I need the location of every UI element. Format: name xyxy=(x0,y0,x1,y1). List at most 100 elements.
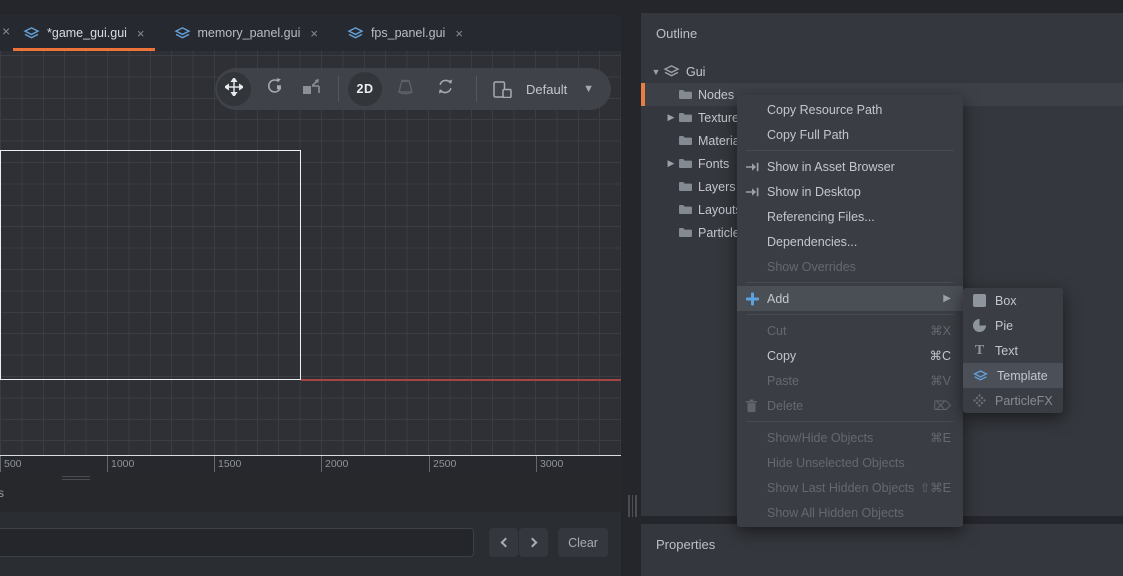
menu-item-copy[interactable]: Copy ⌘C xyxy=(737,343,963,368)
tab-game-gui[interactable]: *game_gui.gui × xyxy=(13,15,155,51)
device-icon xyxy=(493,81,512,98)
panel-divider[interactable] xyxy=(621,0,641,576)
menu-item-show-in-desktop[interactable]: Show in Desktop xyxy=(737,179,963,204)
folder-icon xyxy=(678,158,692,169)
reset-camera-button[interactable] xyxy=(436,77,455,101)
bottom-panel: s Clear xyxy=(0,472,621,576)
tab-fps-panel[interactable]: fps_panel.gui × xyxy=(337,15,473,51)
submenu-item-text[interactable]: T Text xyxy=(963,338,1063,363)
folder-icon xyxy=(678,135,692,146)
delete-key-icon: ⌦ xyxy=(933,398,951,413)
caret-down-icon[interactable]: ▼ xyxy=(649,67,663,77)
chevron-right-icon xyxy=(527,538,537,548)
gui-file-icon xyxy=(23,27,40,40)
menu-item-show-hide-objects: Show/Hide Objects ⌘E xyxy=(737,425,963,450)
menu-item-copy-resource-path[interactable]: Copy Resource Path xyxy=(737,97,963,122)
2d-mode-label: 2D xyxy=(357,82,374,96)
shortcut-label: ⌘E xyxy=(930,430,951,445)
2d-mode-button[interactable]: 2D xyxy=(348,72,382,106)
clear-button-label: Clear xyxy=(568,536,598,550)
folder-icon xyxy=(678,89,692,100)
tree-row-gui[interactable]: ▼ Gui xyxy=(641,60,1123,83)
ruler-tick: 2000 xyxy=(321,456,348,473)
splitter-grip[interactable] xyxy=(62,476,90,482)
toolbar-divider xyxy=(338,76,339,102)
rotate-icon xyxy=(265,77,284,101)
tab-memory-panel[interactable]: memory_panel.gui × xyxy=(164,15,328,51)
rotate-tool-button[interactable] xyxy=(265,77,284,101)
tree-label: Fonts xyxy=(698,157,729,171)
orbit-refresh-icon xyxy=(436,77,455,101)
editor-pane: × *game_gui.gui × memory_panel.gui × xyxy=(0,0,621,576)
menu-item-referencing-files[interactable]: Referencing Files... xyxy=(737,204,963,229)
submenu-item-box[interactable]: Box xyxy=(963,288,1063,313)
scene-viewport[interactable]: 2D Default xyxy=(0,51,621,455)
viewport-toolbar: 2D Default xyxy=(215,68,611,110)
menu-item-add[interactable]: Add ▶ xyxy=(737,286,963,311)
folder-icon xyxy=(678,227,692,238)
folder-icon xyxy=(678,112,692,123)
context-menu: Copy Resource Path Copy Full Path Show i… xyxy=(737,95,963,527)
gui-file-icon xyxy=(347,27,364,40)
tree-label: Layers xyxy=(698,180,736,194)
menu-item-dependencies[interactable]: Dependencies... xyxy=(737,229,963,254)
clear-button[interactable]: Clear xyxy=(558,528,608,557)
properties-panel: Properties xyxy=(641,524,1123,576)
move-icon xyxy=(225,78,243,101)
menu-item-paste: Paste ⌘V xyxy=(737,368,963,393)
show-in-icon xyxy=(746,162,759,172)
scale-icon xyxy=(302,78,320,101)
show-in-icon xyxy=(746,187,759,197)
tab-close-icon[interactable]: × xyxy=(137,26,145,41)
gui-editor-window: × *game_gui.gui × memory_panel.gui × xyxy=(0,0,1123,576)
menu-separator xyxy=(746,421,954,422)
menu-item-hide-unselected-objects: Hide Unselected Objects xyxy=(737,450,963,475)
submenu-item-particlefx[interactable]: ParticleFX xyxy=(963,388,1063,413)
ruler-tick: 2500 xyxy=(429,456,456,473)
tab-label: *game_gui.gui xyxy=(47,26,127,40)
tree-label: Nodes xyxy=(698,88,734,102)
caret-right-icon[interactable]: ▶ xyxy=(664,112,678,123)
tree-label: Gui xyxy=(686,65,705,79)
submenu-item-pie[interactable]: Pie xyxy=(963,313,1063,338)
move-tool-button[interactable] xyxy=(217,72,251,106)
box-icon xyxy=(973,294,986,307)
caret-right-icon[interactable]: ▶ xyxy=(664,158,678,169)
gui-file-icon xyxy=(174,27,191,40)
tab-close-icon[interactable]: × xyxy=(455,26,463,41)
partial-tab-close-icon[interactable]: × xyxy=(2,24,10,38)
pie-icon xyxy=(973,319,986,332)
shortcut-label: ⌘V xyxy=(930,373,951,388)
find-previous-button[interactable] xyxy=(489,528,518,557)
particlefx-icon xyxy=(973,394,986,407)
shortcut-label: ⌘C xyxy=(929,348,951,363)
scale-tool-button[interactable] xyxy=(302,78,320,101)
tree-label: Layouts xyxy=(698,203,742,217)
perspective-camera-button[interactable] xyxy=(396,78,415,100)
console-search-input[interactable] xyxy=(0,528,474,557)
menu-item-copy-full-path[interactable]: Copy Full Path xyxy=(737,122,963,147)
ruler-tick: 3000 xyxy=(536,456,563,473)
camera-profile-dropdown[interactable]: Default xyxy=(526,82,567,97)
template-icon xyxy=(973,370,988,382)
selection-bar xyxy=(641,83,645,106)
horizontal-ruler: 500 1000 1500 2000 2500 3000 xyxy=(0,455,621,472)
gui-root-icon xyxy=(663,65,680,78)
truncated-panel-text: s xyxy=(0,486,4,500)
trash-icon xyxy=(746,399,757,412)
chevron-down-icon[interactable]: ▼ xyxy=(583,83,594,95)
folder-icon xyxy=(678,204,692,215)
divider-grip[interactable] xyxy=(628,495,637,517)
gui-bounds-rect xyxy=(0,150,301,380)
menu-separator xyxy=(746,314,954,315)
chevron-left-icon xyxy=(500,538,510,548)
menu-item-show-in-asset-browser[interactable]: Show in Asset Browser xyxy=(737,154,963,179)
tab-bar: × *game_gui.gui × memory_panel.gui × xyxy=(0,15,621,51)
tab-label: fps_panel.gui xyxy=(371,26,445,40)
ruler-tick: 1500 xyxy=(214,456,241,473)
find-next-button[interactable] xyxy=(519,528,548,557)
submenu-arrow-icon: ▶ xyxy=(943,293,951,304)
submenu-item-template[interactable]: Template xyxy=(963,363,1063,388)
tab-close-icon[interactable]: × xyxy=(310,26,318,41)
ruler-tick: 500 xyxy=(0,456,22,473)
